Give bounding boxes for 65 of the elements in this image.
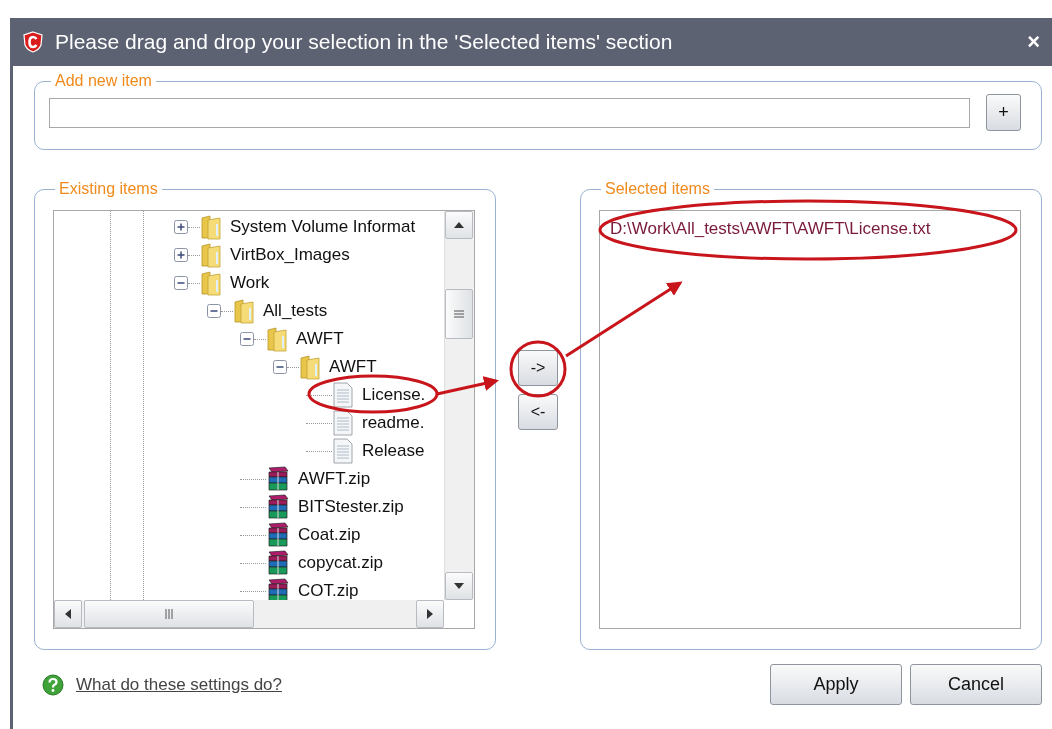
scroll-left-button[interactable] [54, 600, 82, 628]
folder-icon [266, 326, 288, 352]
grip-icon [165, 609, 173, 619]
triangle-right-icon [427, 609, 433, 619]
document-icon [332, 438, 354, 464]
archive-books-icon [266, 494, 290, 520]
panel-legend: Existing items [55, 180, 162, 198]
shield-logo-icon [23, 31, 43, 53]
file-name[interactable]: BITStester.zip [298, 497, 404, 517]
grip-icon [454, 310, 464, 318]
collapse-icon[interactable] [174, 276, 188, 290]
selected-item[interactable]: D:\Work\All_tests\AWFT\AWFT\License.txt [610, 219, 1010, 239]
file-name[interactable]: COT.zip [298, 581, 359, 600]
file-name[interactable]: License. [362, 385, 426, 405]
scroll-up-button[interactable] [445, 211, 473, 239]
panel-legend: Add new item [51, 72, 156, 90]
file-name[interactable]: Release [362, 441, 425, 461]
collapse-icon[interactable] [240, 332, 254, 346]
folder-name[interactable]: All_tests [263, 301, 328, 321]
dialog-button[interactable]: Apply [770, 664, 902, 705]
vertical-scrollbar[interactable] [444, 211, 474, 600]
scroll-right-button[interactable] [416, 600, 444, 628]
scroll-thumb[interactable] [84, 600, 254, 628]
file-name[interactable]: copycat.zip [298, 553, 384, 573]
triangle-left-icon [65, 609, 71, 619]
folder-icon [200, 270, 222, 296]
annotation-arrow [436, 376, 499, 396]
collapse-icon[interactable] [273, 360, 287, 374]
file-name[interactable]: Coat.zip [298, 525, 361, 545]
close-button[interactable]: × [1027, 29, 1040, 55]
folder-name[interactable]: AWFT [296, 329, 344, 349]
folder-icon [233, 298, 255, 324]
document-icon [332, 410, 354, 436]
folder-name[interactable]: AWFT [329, 357, 377, 377]
archive-books-icon [266, 578, 290, 600]
document-icon [332, 382, 354, 408]
folder-icon [200, 214, 222, 240]
archive-books-icon [266, 522, 290, 548]
new-item-field[interactable] [49, 97, 970, 128]
move-button[interactable]: -> [518, 350, 558, 386]
folder-name[interactable]: VirtBox_Images [230, 245, 350, 265]
folder-icon [299, 354, 321, 380]
triangle-down-icon [454, 583, 464, 589]
scroll-down-button[interactable] [445, 572, 473, 600]
horizontal-scrollbar[interactable] [54, 600, 444, 628]
help-link[interactable]: What do these settings do? [76, 674, 283, 695]
expand-icon[interactable] [174, 248, 188, 262]
archive-books-icon [266, 550, 290, 576]
file-name[interactable]: AWFT.zip [298, 469, 371, 489]
dialog-button[interactable]: Cancel [910, 664, 1042, 705]
move-button[interactable]: <- [518, 394, 558, 430]
folder-icon [200, 242, 222, 268]
add-button[interactable]: + [986, 94, 1021, 131]
window-title: Please drag and drop your selection in the 'Selected items' section [55, 30, 674, 54]
folder-name[interactable]: System Volume Informat [230, 217, 416, 237]
scroll-thumb[interactable] [445, 289, 473, 339]
archive-books-icon [266, 466, 290, 492]
file-name[interactable]: readme. [362, 413, 425, 433]
triangle-up-icon [454, 222, 464, 228]
collapse-icon[interactable] [207, 304, 221, 318]
panel-legend: Selected items [601, 180, 714, 198]
folder-name[interactable]: Work [230, 273, 270, 293]
help-icon [42, 673, 64, 696]
expand-icon[interactable] [174, 220, 188, 234]
annotation-circle [509, 340, 567, 398]
